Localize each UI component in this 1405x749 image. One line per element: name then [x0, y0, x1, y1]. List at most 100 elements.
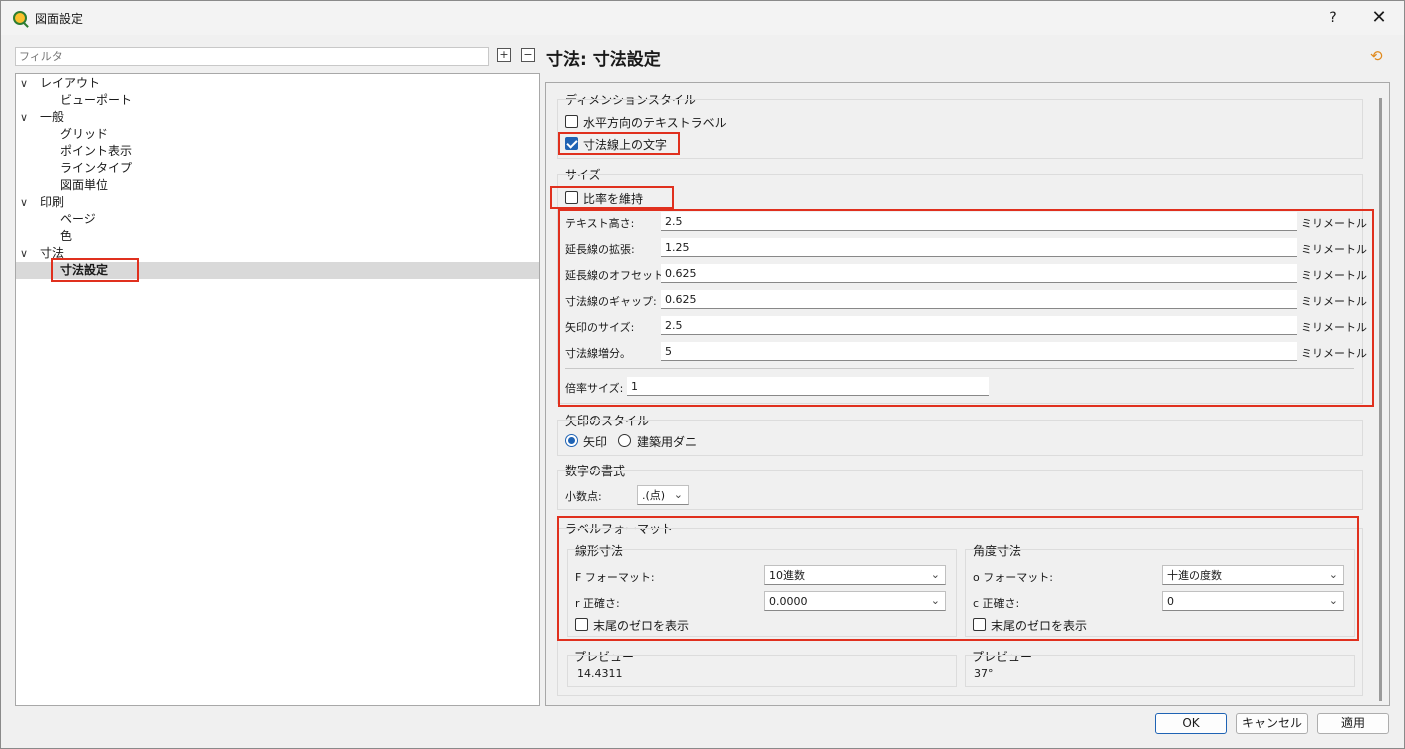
- arrow-size-label: 矢印のサイズ:: [565, 321, 635, 334]
- keep-ratio-label: 比率を維持: [583, 192, 644, 206]
- chevron-down-icon: ⌄: [1328, 594, 1338, 607]
- chevron-down-icon[interactable]: ∨: [20, 109, 28, 126]
- chevron-down-icon: ⌄: [930, 568, 940, 581]
- angular-format-value: 十進の度数: [1167, 569, 1222, 582]
- scrollbar[interactable]: [1379, 98, 1382, 701]
- tree-item-label: ポイント表示: [60, 144, 133, 158]
- tree-item-point-display[interactable]: ポイント表示: [16, 143, 539, 160]
- chevron-down-icon[interactable]: ∨: [20, 194, 28, 211]
- extension-line-unit: ミリメートル: [1301, 243, 1367, 256]
- tree-item-dimension[interactable]: ∨ 寸法: [16, 245, 539, 262]
- arrow-radio[interactable]: [565, 434, 578, 447]
- tree-item-viewport[interactable]: ビューポート: [16, 92, 539, 109]
- linear-format-label: F フォーマット:: [575, 571, 655, 584]
- help-button[interactable]: ?: [1321, 7, 1345, 29]
- expand-all-icon[interactable]: +: [497, 48, 511, 62]
- scale-size-input[interactable]: 1: [627, 377, 989, 396]
- chevron-down-icon[interactable]: ∨: [20, 75, 28, 92]
- apply-button[interactable]: 適用: [1317, 713, 1389, 734]
- tree-item-color[interactable]: 色: [16, 228, 539, 245]
- linear-format-value: 10進数: [769, 569, 805, 582]
- tree-item-print[interactable]: ∨ 印刷: [16, 194, 539, 211]
- dimension-increment-unit: ミリメートル: [1301, 347, 1367, 360]
- dimension-increment-input[interactable]: 5: [661, 342, 1297, 361]
- horizontal-text-checkbox[interactable]: [565, 115, 578, 128]
- tree-item-layout[interactable]: ∨ レイアウト: [16, 75, 539, 92]
- text-height-input[interactable]: 2.5: [661, 212, 1297, 231]
- cancel-button[interactable]: キャンセル: [1236, 713, 1308, 734]
- architectural-tick-label: 建築用ダニ: [637, 435, 698, 449]
- architectural-tick-radio[interactable]: [618, 434, 631, 447]
- size-group: [557, 174, 1363, 404]
- dimension-increment-label: 寸法線増分。: [565, 347, 631, 360]
- tree-item-label: 寸法設定: [60, 263, 109, 277]
- tree-item-page[interactable]: ページ: [16, 211, 539, 228]
- chevron-down-icon: ⌄: [1328, 568, 1338, 581]
- tree-item-dimension-settings[interactable]: 寸法設定: [16, 262, 539, 279]
- reset-icon[interactable]: ⟲: [1370, 47, 1383, 65]
- text-on-line-label: 寸法線上の文字: [583, 138, 668, 152]
- decimal-separator-select[interactable]: .(点) ⌄: [637, 485, 689, 505]
- angular-preview-group: [965, 655, 1355, 687]
- text-height-unit: ミリメートル: [1301, 217, 1367, 230]
- decimal-separator-label: 小数点:: [565, 490, 602, 503]
- tree-item-drawing-units[interactable]: 図面単位: [16, 177, 539, 194]
- angular-trailing-zero-checkbox[interactable]: [973, 618, 986, 631]
- title-bar: 図面設定 ? ✕: [1, 1, 1404, 35]
- tree-item-label: レイアウト: [40, 76, 101, 90]
- linear-precision-select[interactable]: 0.0000 ⌄: [764, 591, 946, 611]
- tree-item-label: 印刷: [40, 195, 65, 209]
- tree-item-linetype[interactable]: ラインタイプ: [16, 160, 539, 177]
- linear-format-select[interactable]: 10進数 ⌄: [764, 565, 946, 585]
- arrow-size-unit: ミリメートル: [1301, 321, 1367, 334]
- tree-item-label: グリッド: [60, 127, 109, 141]
- tree-item-label: ラインタイプ: [60, 161, 133, 175]
- app-icon: [13, 11, 27, 25]
- close-button[interactable]: ✕: [1367, 7, 1391, 29]
- linear-preview-value: 14.4311: [577, 667, 623, 680]
- angular-precision-label: c 正確さ:: [973, 597, 1020, 610]
- extension-line-input[interactable]: 1.25: [661, 238, 1297, 257]
- extension-offset-input[interactable]: 0.625: [661, 264, 1297, 283]
- tree-item-label: ページ: [60, 212, 96, 226]
- angular-preview-value: 37°: [974, 667, 994, 680]
- size-divider: [565, 368, 1354, 369]
- chevron-down-icon: ⌄: [930, 594, 940, 607]
- collapse-all-icon[interactable]: −: [521, 48, 535, 62]
- tree-item-label: 図面単位: [60, 178, 109, 192]
- angular-format-label: o フォーマット:: [973, 571, 1053, 584]
- arrow-radio-label: 矢印: [583, 435, 608, 449]
- text-on-line-checkbox[interactable]: [565, 137, 578, 150]
- arrow-size-input[interactable]: 2.5: [661, 316, 1297, 335]
- tree-item-label: 一般: [40, 110, 65, 124]
- angular-trailing-zero-label: 末尾のゼロを表示: [991, 619, 1088, 633]
- tree-item-label: 色: [60, 229, 73, 243]
- tree-item-grid[interactable]: グリッド: [16, 126, 539, 143]
- linear-trailing-zero-label: 末尾のゼロを表示: [593, 619, 690, 633]
- filter-input[interactable]: [15, 47, 489, 66]
- keep-ratio-checkbox[interactable]: [565, 191, 578, 204]
- ok-button[interactable]: OK: [1155, 713, 1227, 734]
- window-title: 図面設定: [35, 12, 84, 26]
- decimal-separator-value: .(点): [642, 489, 666, 502]
- linear-trailing-zero-checkbox[interactable]: [575, 618, 588, 631]
- chevron-down-icon[interactable]: ∨: [20, 245, 28, 262]
- dimension-gap-input[interactable]: 0.625: [661, 290, 1297, 309]
- extension-offset-unit: ミリメートル: [1301, 269, 1367, 282]
- tree-item-general[interactable]: ∨ 一般: [16, 109, 539, 126]
- extension-offset-label: 延長線のオフセット:: [565, 269, 668, 282]
- linear-preview-group: [567, 655, 957, 687]
- page-title: 寸法: 寸法設定: [546, 50, 661, 70]
- tree-item-label: ビューポート: [60, 93, 133, 107]
- angular-precision-select[interactable]: 0 ⌄: [1162, 591, 1344, 611]
- dialog-window: 図面設定 ? ✕ + − ∨ レイアウト ビューポート ∨ 一般 グリッド ポイ…: [0, 0, 1405, 749]
- dimension-gap-label: 寸法線のギャップ:: [565, 295, 657, 308]
- text-height-label: テキスト高さ:: [565, 217, 635, 230]
- horizontal-text-label: 水平方向のテキストラベル: [583, 116, 727, 130]
- linear-precision-value: 0.0000: [769, 595, 808, 608]
- dimension-gap-unit: ミリメートル: [1301, 295, 1367, 308]
- settings-tree: ∨ レイアウト ビューポート ∨ 一般 グリッド ポイント表示 ラインタイプ 図…: [15, 73, 540, 706]
- tree-item-label: 寸法: [40, 246, 65, 260]
- scale-size-label: 倍率サイズ:: [565, 382, 624, 395]
- angular-format-select[interactable]: 十進の度数 ⌄: [1162, 565, 1344, 585]
